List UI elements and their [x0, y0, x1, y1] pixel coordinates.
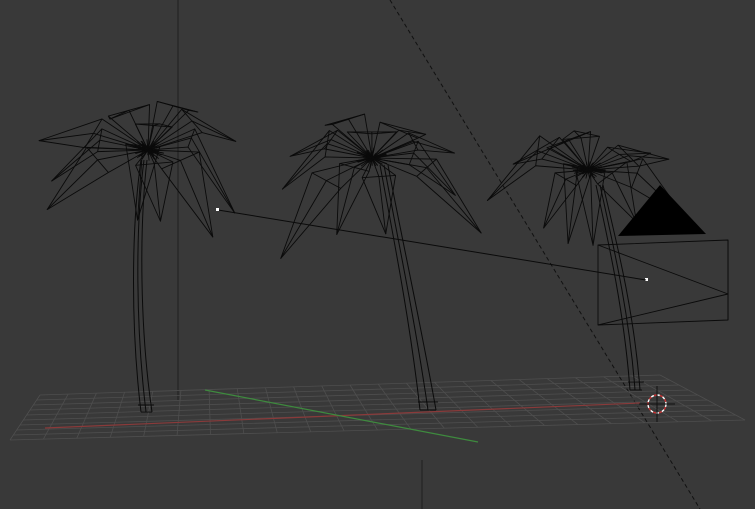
- grid-line: [36, 379, 670, 401]
- grid-line: [33, 384, 679, 406]
- palm-leaf: [280, 157, 373, 259]
- grid-line: [236, 388, 245, 434]
- palm-leaf-spine: [487, 150, 589, 201]
- palm-leaf-rib: [161, 151, 200, 170]
- palm-leaf-spine: [282, 143, 373, 190]
- origin-point-icon[interactable]: [216, 208, 219, 211]
- 3d-viewport[interactable]: [0, 0, 755, 509]
- grid-line: [603, 376, 679, 423]
- grid-line: [547, 378, 612, 424]
- camera[interactable]: [597, 185, 729, 326]
- grid-line: [29, 389, 689, 411]
- palm-leaf-rib: [379, 121, 418, 139]
- grid-line: [143, 391, 154, 437]
- grid-line: [490, 380, 545, 426]
- palm-leaf: [46, 146, 149, 211]
- palm-leaf-rib: [332, 113, 365, 125]
- grid-line: [9, 394, 41, 441]
- grid-line: [109, 392, 125, 438]
- palm-leaf-rib: [157, 101, 189, 111]
- palm-leaf: [324, 113, 373, 159]
- camera-clip-line: [389, 0, 701, 509]
- palm-leaf-rib: [181, 109, 203, 133]
- palm-leaf-spine: [280, 157, 373, 259]
- grid-line: [43, 393, 69, 440]
- palm-leaf-rib: [554, 172, 577, 186]
- palm-tree-1[interactable]: [38, 101, 237, 413]
- grid-line: [518, 379, 579, 425]
- grid-line: [265, 387, 278, 433]
- viewport-scene[interactable]: [0, 0, 755, 509]
- palm-leaf: [587, 144, 670, 171]
- grid-line: [659, 374, 746, 421]
- palm-tree-3[interactable]: [486, 130, 687, 391]
- relationship-line: [217, 209, 647, 281]
- palm-leaf-spine: [371, 157, 387, 234]
- palm-tree-2[interactable]: [280, 113, 482, 411]
- palm-trunk: [379, 164, 438, 411]
- palm-leaf-rib: [108, 104, 150, 117]
- grid-line: [321, 385, 345, 432]
- palm-crown: [38, 101, 237, 238]
- grid-line: [23, 399, 708, 421]
- grid-line: [16, 409, 727, 431]
- palm-leaf-spine: [567, 165, 589, 244]
- grid-line: [631, 375, 712, 422]
- palm-leaf-rib: [546, 131, 591, 149]
- palm-trunk: [133, 159, 154, 413]
- grid-line: [208, 389, 211, 435]
- palm-leaf-spine: [371, 129, 426, 159]
- grid-line: [377, 383, 412, 430]
- grid-line: [76, 393, 97, 439]
- palm-leaf: [512, 136, 589, 171]
- grid-line: [349, 384, 378, 431]
- palm-leaf-spine: [147, 149, 161, 222]
